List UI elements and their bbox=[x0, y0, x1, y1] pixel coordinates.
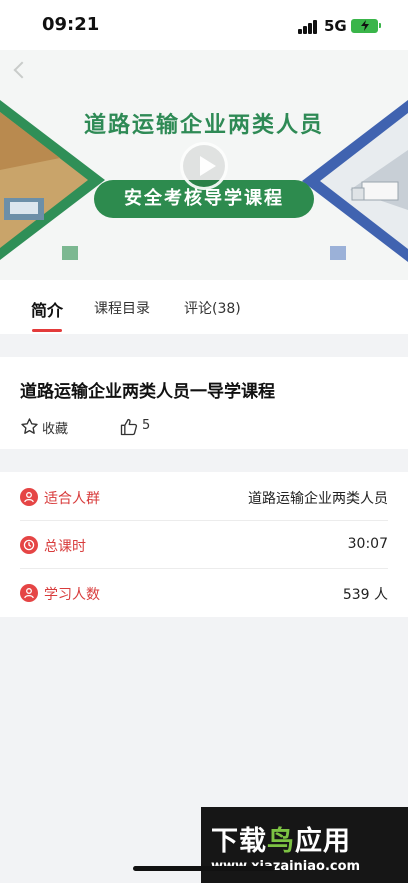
person-icon bbox=[20, 584, 38, 602]
info-value: 539 人 bbox=[342, 587, 388, 603]
course-card: 道路运输企业两类人员一导学课程 收藏 5 bbox=[0, 357, 408, 449]
info-label: 总课时 bbox=[44, 539, 86, 555]
home-indicator[interactable] bbox=[133, 866, 275, 871]
info-row-learners: 学习人数 539 人 bbox=[20, 569, 388, 617]
course-title: 道路运输企业两类人员一导学课程 bbox=[20, 382, 275, 402]
video-player[interactable]: 道路运输企业两类人员 安全考核导学课程 bbox=[0, 50, 408, 280]
clock-icon bbox=[20, 536, 38, 554]
signal-icon bbox=[298, 20, 318, 34]
battery-charging-icon bbox=[351, 19, 381, 33]
tab-catalog[interactable]: 课程目录 bbox=[94, 298, 150, 318]
info-value: 30:07 bbox=[347, 536, 388, 552]
tab-comments[interactable]: 评论(38) bbox=[184, 298, 241, 318]
info-value: 道路运输企业两类人员 bbox=[248, 491, 388, 507]
info-label: 学习人数 bbox=[44, 587, 100, 603]
decor-square bbox=[62, 246, 78, 260]
banner-title: 道路运输企业两类人员 bbox=[83, 113, 324, 138]
decor-square bbox=[330, 246, 346, 260]
person-icon bbox=[20, 488, 38, 506]
watermark-title: 下载鸟应用 bbox=[211, 826, 351, 857]
active-tab-indicator bbox=[32, 329, 62, 332]
like-count: 5 bbox=[142, 418, 151, 433]
site-watermark: 下载鸟应用 www.xiazainiao.com bbox=[201, 807, 408, 883]
status-bar: 09:21 5G bbox=[0, 0, 408, 50]
favorite-label: 收藏 bbox=[42, 422, 69, 437]
info-row-duration: 总课时 30:07 bbox=[20, 521, 388, 569]
tab-bar: 简介 课程目录 评论(38) bbox=[0, 280, 408, 334]
status-time: 09:21 bbox=[42, 14, 100, 35]
thumbs-up-icon bbox=[120, 418, 138, 436]
course-info-list: 适合人群 道路运输企业两类人员 总课时 30:07 学习人数 539 人 bbox=[0, 472, 408, 617]
play-icon[interactable] bbox=[180, 142, 228, 190]
info-label: 适合人群 bbox=[44, 491, 100, 507]
star-icon bbox=[21, 418, 38, 434]
info-row-audience: 适合人群 道路运输企业两类人员 bbox=[20, 473, 388, 521]
network-type: 5G bbox=[324, 17, 347, 35]
tab-intro[interactable]: 简介 bbox=[31, 297, 63, 321]
